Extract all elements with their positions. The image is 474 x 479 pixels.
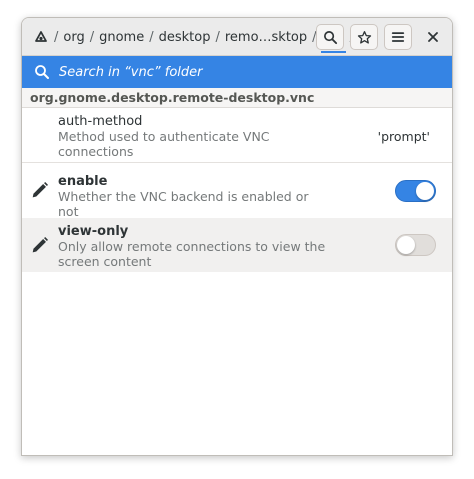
toggle-knob xyxy=(416,182,434,200)
key-name: auth-method xyxy=(58,114,143,129)
close-icon xyxy=(428,32,438,42)
breadcrumb-separator: / xyxy=(149,29,154,45)
pencil-icon xyxy=(32,182,48,198)
toggle-knob xyxy=(397,236,415,254)
key-description: Whether the VNC backend is enabled or no… xyxy=(58,189,309,219)
breadcrumb-item-desktop[interactable]: desktop xyxy=(156,30,214,45)
search-icon xyxy=(35,65,49,79)
key-name: enable xyxy=(58,174,108,189)
main-menu-button[interactable] xyxy=(384,24,412,50)
enable-toggle[interactable] xyxy=(395,180,436,202)
key-description: Method used to authenticate VNC connecti… xyxy=(58,129,270,159)
key-row-view-only[interactable]: view-only Only allow remote connections … xyxy=(22,218,452,272)
key-row-auth-method[interactable]: auth-method Method used to authenticate … xyxy=(22,109,452,162)
key-value: 'prompt' xyxy=(377,129,430,144)
breadcrumb-item-org[interactable]: org xyxy=(60,30,87,45)
key-row-enable[interactable]: enable Whether the VNC backend is enable… xyxy=(22,163,452,219)
breadcrumb-separator: / xyxy=(54,29,59,45)
breadcrumb-item-remote-desktop[interactable]: remo…sktop xyxy=(222,30,310,45)
bookmark-button[interactable] xyxy=(350,24,378,50)
breadcrumb-item-gnome[interactable]: gnome xyxy=(96,30,147,45)
search-input[interactable]: Search in “vnc” folder xyxy=(59,65,202,80)
key-name: view-only xyxy=(58,224,129,239)
close-button[interactable] xyxy=(420,24,446,50)
breadcrumb-separator: / xyxy=(215,29,220,45)
search-bar[interactable]: Search in “vnc” folder xyxy=(22,56,452,88)
key-description: Only allow remote connections to view th… xyxy=(58,239,326,269)
breadcrumb: / org / gnome / desktop / remo…sktop / v… xyxy=(28,18,356,56)
star-icon xyxy=(357,30,371,44)
dconf-editor-window: / org / gnome / desktop / remo…sktop / v… xyxy=(21,17,453,456)
view-only-toggle[interactable] xyxy=(395,234,436,256)
folder-path-header: org.gnome.desktop.remote-desktop.vnc xyxy=(22,88,452,108)
breadcrumb-separator: / xyxy=(89,29,95,45)
dconf-editor-icon[interactable] xyxy=(30,26,52,48)
search-icon xyxy=(323,30,337,44)
search-button[interactable] xyxy=(316,24,344,50)
header-bar: / org / gnome / desktop / remo…sktop / v… xyxy=(22,18,452,56)
pencil-icon xyxy=(32,237,48,253)
hamburger-menu-icon xyxy=(391,32,405,42)
